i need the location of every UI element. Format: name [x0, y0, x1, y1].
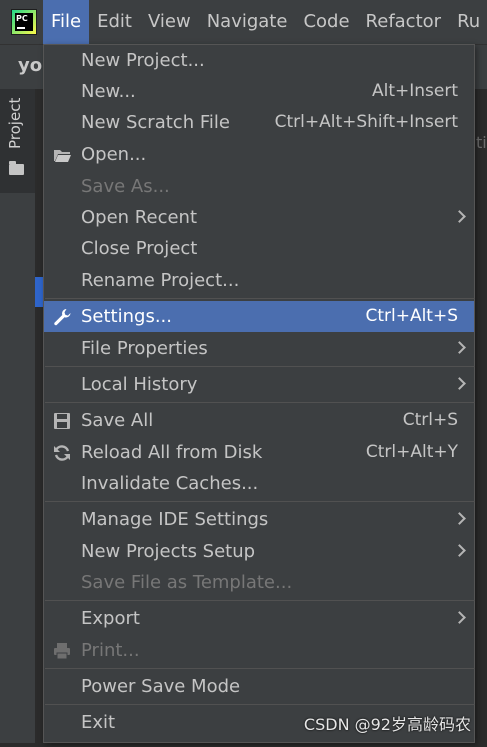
menu-code[interactable]: Code	[295, 0, 357, 44]
menu-file[interactable]: File	[43, 0, 90, 44]
csdn-watermark: CSDN @92岁高龄码农	[303, 715, 471, 734]
menu-item-power-save-mode[interactable]: Power Save Mode	[44, 671, 474, 702]
menu-item-export[interactable]: Export	[44, 603, 474, 634]
menu-item-new[interactable]: New... Alt+Insert	[44, 76, 474, 107]
menu-refactor[interactable]: Refactor	[358, 0, 450, 44]
menu-view[interactable]: View	[140, 0, 199, 44]
project-tool-tab[interactable]: Project	[0, 89, 35, 193]
editor-partial-text: ti	[476, 133, 487, 152]
project-tab-label: Project	[6, 97, 24, 149]
submenu-arrow-icon	[453, 341, 466, 354]
submenu-arrow-icon	[453, 377, 466, 390]
reload-icon	[54, 445, 70, 461]
menu-navigate[interactable]: Navigate	[199, 0, 296, 44]
submenu-arrow-icon	[453, 544, 466, 557]
submenu-arrow-icon	[453, 611, 466, 624]
menu-item-open[interactable]: Open...	[44, 139, 474, 170]
menu-run[interactable]: Ru	[449, 0, 487, 44]
menu-separator	[45, 366, 475, 367]
file-menu-dropdown: New Project... New... Alt+Insert New Scr…	[43, 44, 475, 743]
menu-item-save-as[interactable]: Save As...	[44, 171, 474, 202]
menu-separator	[45, 298, 475, 299]
submenu-arrow-icon	[453, 512, 466, 525]
menu-edit[interactable]: Edit	[89, 0, 140, 44]
menu-separator	[45, 704, 475, 705]
submenu-arrow-icon	[453, 210, 466, 223]
printer-icon	[54, 643, 70, 660]
menu-separator	[45, 402, 475, 403]
menu-item-invalidate-caches[interactable]: Invalidate Caches...	[44, 468, 474, 499]
folder-open-icon	[54, 150, 71, 162]
menu-item-rename-project[interactable]: Rename Project...	[44, 265, 474, 296]
menu-item-new-scratch-file[interactable]: New Scratch File Ctrl+Alt+Shift+Insert	[44, 107, 474, 138]
menu-item-print[interactable]: Print...	[44, 635, 474, 666]
main-menu-bar: PC File Edit View Navigate Code Refactor…	[0, 0, 487, 44]
menu-separator	[45, 668, 475, 669]
menu-item-new-project[interactable]: New Project...	[44, 45, 474, 76]
menu-item-settings[interactable]: Settings... Ctrl+Alt+S	[44, 301, 474, 332]
menu-item-save-file-as-template[interactable]: Save File as Template...	[44, 567, 474, 598]
menu-item-local-history[interactable]: Local History	[44, 369, 474, 400]
tree-selection-highlight	[35, 277, 43, 307]
tool-window-stripe: Project	[0, 89, 36, 743]
menu-item-manage-ide-settings[interactable]: Manage IDE Settings	[44, 504, 474, 535]
save-icon	[54, 413, 70, 429]
menu-separator	[45, 600, 475, 601]
menu-item-new-projects-setup[interactable]: New Projects Setup	[44, 536, 474, 567]
menu-item-close-project[interactable]: Close Project	[44, 233, 474, 264]
pycharm-logo-icon: PC	[11, 9, 37, 35]
folder-icon	[9, 161, 24, 175]
menu-item-open-recent[interactable]: Open Recent	[44, 202, 474, 233]
menu-item-reload-all[interactable]: Reload All from Disk Ctrl+Alt+Y	[44, 437, 474, 468]
menu-item-file-properties[interactable]: File Properties	[44, 333, 474, 364]
menu-separator	[45, 501, 475, 502]
wrench-icon	[54, 309, 71, 326]
menu-item-save-all[interactable]: Save All Ctrl+S	[44, 405, 474, 436]
